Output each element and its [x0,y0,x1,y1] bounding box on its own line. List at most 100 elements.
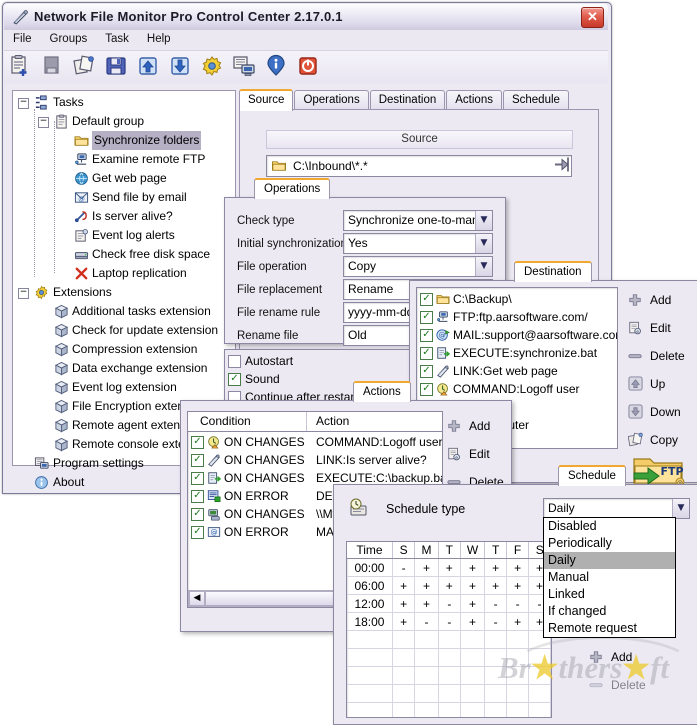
action-enabled-checkbox[interactable]: ✓ [191,454,204,467]
menu-item-task[interactable]: Task [96,30,138,48]
cell-day[interactable] [484,702,508,717]
tree-item-extension[interactable]: Data exchange extension [13,359,235,378]
tree-item-extension[interactable]: Compression extension [13,340,235,359]
cell-day[interactable] [506,702,530,717]
cell-day[interactable] [506,630,530,649]
tree-item-task[interactable]: Event log alerts [13,226,235,245]
cell-day[interactable]: + [414,576,439,595]
action-enabled-checkbox[interactable]: ✓ [191,508,204,521]
tree-item-task[interactable]: Is server alive? [13,207,235,226]
menu-item-file[interactable]: File [4,30,41,48]
chevron-down-icon[interactable]: ▼ [475,211,492,230]
cell-day[interactable] [392,684,416,703]
chevron-down-icon[interactable]: ▼ [475,234,492,253]
autostart-option[interactable]: ✓ Autostart [225,352,425,370]
move-down-icon[interactable] [168,54,194,80]
cell-day[interactable] [392,666,416,685]
cell-day[interactable]: + [484,558,508,577]
destination-tab[interactable]: Destination [514,261,592,282]
copy-task-icon[interactable] [72,54,98,80]
dropdown-option-linked[interactable]: Linked [544,586,675,603]
cell-day[interactable]: - [484,612,508,631]
cell-day[interactable]: - [414,612,439,631]
cell-day[interactable]: + [414,594,439,613]
cell-day[interactable]: + [460,594,486,613]
operations-tab[interactable]: Operations [254,178,331,199]
table-row[interactable]: 12:00 + + - + - - - [347,594,551,613]
schedule-tab[interactable]: Schedule [558,465,626,486]
cell-day[interactable] [484,684,508,703]
table-row[interactable] [347,630,551,649]
list-item[interactable]: ✓ FTP:ftp.aarsoftware.com/ [417,308,617,326]
cell-day[interactable] [392,648,416,667]
dropdown-option-disabled[interactable]: Disabled [544,518,675,535]
cell-day[interactable] [438,666,461,685]
tree-node-extensions[interactable]: − Extensions [13,283,235,302]
schedule-add-button[interactable]: Add [589,648,632,666]
actions-edit-button[interactable]: e Edit [447,445,490,463]
cell-day[interactable] [414,684,439,703]
cell-day[interactable]: + [438,576,461,595]
action-enabled-checkbox[interactable]: ✓ [191,490,204,503]
tree-item-task[interactable]: Examine remote FTP [13,150,235,169]
tree-item-task[interactable]: Check free disk space [13,245,235,264]
cell-day[interactable] [460,630,486,649]
cell-day[interactable]: - [506,594,530,613]
new-task-icon[interactable] [8,54,34,80]
tree-item-task[interactable]: Synchronize folders [13,131,235,150]
cell-day[interactable]: + [506,612,530,631]
list-item[interactable]: ✓ LINK:Get web page [417,362,617,380]
cell-day[interactable]: + [460,558,486,577]
save-icon[interactable] [104,54,130,80]
cell-day[interactable]: - [438,594,461,613]
action-enabled-checkbox[interactable]: ✓ [191,436,204,449]
destination-down-button[interactable]: Down [628,403,681,421]
cell-day[interactable] [528,666,551,685]
settings-gear-icon[interactable] [200,54,226,80]
cell-day[interactable] [460,648,486,667]
cell-day[interactable] [506,648,530,667]
table-row[interactable]: 00:00 - + + + + + + [347,558,551,577]
initial-sync-combo[interactable]: Yes ▼ [343,233,493,254]
browse-arrow-icon[interactable] [553,154,573,175]
expander-extensions[interactable]: − [18,288,29,299]
cell-day[interactable]: - [438,612,461,631]
source-path-input[interactable]: C:\Inbound\*.* [266,155,572,177]
cell-day[interactable]: + [484,576,508,595]
destination-checkbox[interactable]: ✓ [420,311,433,324]
destination-checkbox[interactable]: ✓ [420,365,433,378]
dropdown-option-remote-request[interactable]: Remote request [544,620,675,637]
cell-day[interactable]: + [392,612,416,631]
table-row[interactable] [347,666,551,685]
cell-day[interactable] [506,684,530,703]
table-row[interactable]: 18:00 + - - + - + + [347,612,551,631]
actions-tab[interactable]: Actions [353,381,411,402]
cell-day[interactable]: + [460,612,486,631]
delete-task-icon[interactable] [40,54,66,80]
menu-item-help[interactable]: Help [138,30,180,48]
cell-day[interactable] [506,666,530,685]
tree-item-extension[interactable]: Check for update extension [13,321,235,340]
cell-day[interactable] [392,702,416,717]
dropdown-option-manual[interactable]: Manual [544,569,675,586]
cell-day[interactable] [484,666,508,685]
cell-day[interactable]: - [484,594,508,613]
cell-day[interactable]: + [506,576,530,595]
move-up-icon[interactable] [136,54,162,80]
table-row[interactable] [347,648,551,667]
cell-day[interactable]: + [392,576,416,595]
cell-day[interactable] [438,630,461,649]
list-item[interactable]: ✓ @ MAIL:support@aarsoftware.com [417,326,617,344]
cell-day[interactable] [528,684,551,703]
menu-item-groups[interactable]: Groups [41,30,97,48]
action-enabled-checkbox[interactable]: ✓ [191,472,204,485]
table-row[interactable]: 06:00 + + + + + + + [347,576,551,595]
tree-item-task[interactable]: Get web page [13,169,235,188]
cell-day[interactable] [414,630,439,649]
info-icon[interactable] [264,54,290,80]
cell-day[interactable] [392,630,416,649]
destination-edit-button[interactable]: e Edit [628,319,671,337]
cell-day[interactable] [414,666,439,685]
destination-up-button[interactable]: Up [628,375,665,393]
destination-checkbox[interactable]: ✓ [420,293,433,306]
